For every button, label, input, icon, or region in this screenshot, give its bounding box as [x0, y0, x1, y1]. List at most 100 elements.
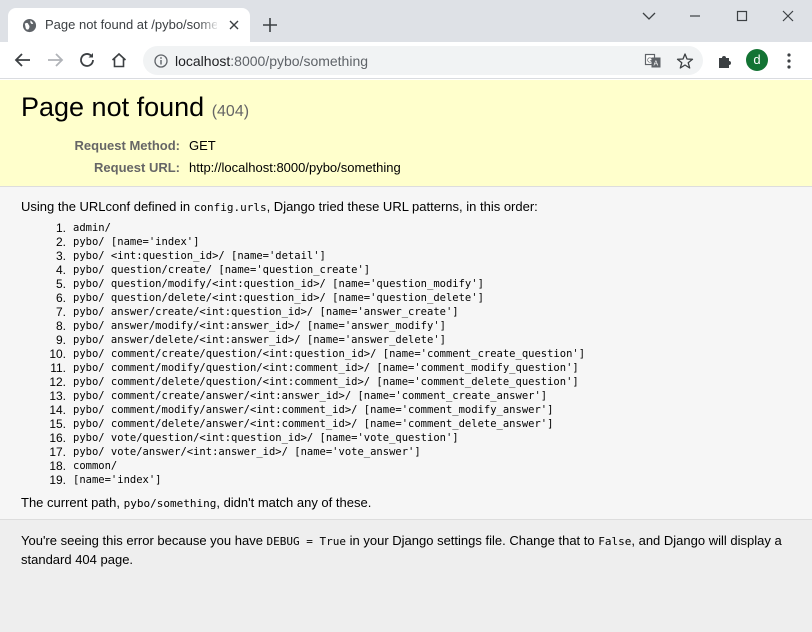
url-pattern-number: 8. [55, 319, 66, 333]
url-pattern-item: 17. pybo/ vote/answer/<int:answer_id>/ [n… [0, 445, 812, 459]
urlconf-module: config.urls [193, 201, 267, 214]
url-pattern-text: common/ [73, 460, 118, 472]
url-pattern-number: 12. [49, 375, 66, 389]
url-pattern-item: 4. pybo/ question/create/ [name='question… [0, 263, 812, 277]
url-pattern-item: 6. pybo/ question/delete/<int:question_id… [0, 291, 812, 305]
url-pattern-item: 8. pybo/ answer/modify/<int:answer_id>/ [… [0, 319, 812, 333]
url-pattern-text: pybo/ answer/create/<int:question_id>/ [… [73, 306, 459, 318]
url-pattern-text: admin/ [73, 222, 111, 234]
url-pattern-text: pybo/ comment/create/answer/<int:answer_… [73, 390, 548, 402]
false-code: False [598, 535, 632, 548]
page-title: Page not found (404) [21, 92, 249, 123]
forward-arrow-icon[interactable] [46, 51, 64, 69]
error-summary: Page not found (404) Request Method: GET… [0, 80, 812, 187]
url-pattern-item: 11. pybo/ comment/modify/question/<int:co… [0, 361, 812, 375]
svg-text:A: A [654, 61, 659, 68]
url-pattern-text: pybo/ <int:question_id>/ [name='detail'] [73, 250, 326, 262]
url-pattern-number: 6. [55, 291, 66, 305]
url-pattern-number: 2. [55, 235, 66, 249]
back-arrow-icon[interactable] [14, 51, 32, 69]
url-text[interactable]: localhost:8000/pybo/something [175, 53, 368, 69]
tab-title-fade [198, 14, 220, 36]
url-pattern-text: pybo/ question/delete/<int:question_id>/… [73, 292, 484, 304]
maximize-icon[interactable] [731, 6, 753, 26]
url-pattern-text: pybo/ answer/delete/<int:answer_id>/ [na… [73, 334, 446, 346]
url-pattern-number: 10. [49, 347, 66, 361]
chevron-down-icon[interactable] [638, 6, 660, 26]
profile-avatar[interactable]: d [746, 49, 768, 71]
url-pattern-number: 14. [49, 403, 66, 417]
url-pattern-number: 15. [49, 417, 66, 431]
url-pattern-number: 18. [49, 459, 66, 473]
url-pattern-item: 2. pybo/ [name='index'] [0, 235, 812, 249]
url-pattern-text: pybo/ comment/modify/question/<int:comme… [73, 362, 579, 374]
url-pattern-number: 1. [55, 221, 66, 235]
url-pattern-item: 16. pybo/ vote/question/<int:question_id>… [0, 431, 812, 445]
intro-prefix: Using the URLconf defined in [21, 199, 194, 214]
home-icon[interactable] [110, 51, 128, 69]
debug-setting-code: DEBUG = True [266, 535, 347, 548]
url-pattern-item: 18. common/ [0, 459, 812, 473]
url-pattern-item: 3. pybo/ <int:question_id>/ [name='detail… [0, 249, 812, 263]
url-pattern-text: pybo/ [name='index'] [73, 236, 200, 248]
info-icon[interactable] [154, 54, 168, 68]
url-pattern-text: pybo/ comment/delete/answer/<int:comment… [73, 418, 554, 430]
minimize-icon[interactable] [684, 6, 706, 26]
request-method-value: GET [189, 138, 216, 153]
url-pattern-item: 7. pybo/ answer/create/<int:question_id>/… [0, 305, 812, 319]
explain-part-2: in your Django settings file. Change tha… [346, 533, 599, 548]
globe-icon [22, 18, 37, 33]
footer-prefix: The current path, [21, 495, 124, 510]
url-pattern-number: 17. [49, 445, 66, 459]
request-url-label: Request URL: [94, 160, 180, 175]
url-pattern-number: 3. [55, 249, 66, 263]
url-pattern-number: 4. [55, 263, 66, 277]
request-url-value: http://localhost:8000/pybo/something [189, 160, 401, 175]
close-tab-icon[interactable] [227, 18, 241, 32]
translate-icon[interactable]: G A [644, 52, 662, 70]
svg-text:G: G [647, 58, 652, 65]
intro-suffix: , Django tried these URL patterns, in th… [266, 199, 538, 214]
url-pattern-list: 1. admin/2. pybo/ [name='index'] 3. pybo/ <i… [0, 221, 812, 487]
url-pattern-text: pybo/ answer/modify/<int:answer_id>/ [na… [73, 320, 446, 332]
debug-explanation: You're seeing this error because you hav… [21, 532, 793, 569]
url-pattern-text: pybo/ vote/answer/<int:answer_id>/ [name… [73, 446, 421, 458]
star-icon[interactable] [676, 52, 694, 70]
browser-toolbar: localhost:8000/pybo/something G A d [0, 42, 812, 79]
url-pattern-item: 15. pybo/ comment/delete/answer/<int:comm… [0, 417, 812, 431]
url-pattern-item: 19. [name='index'] [0, 473, 812, 487]
status-code: (404) [211, 103, 250, 120]
address-bar[interactable]: localhost:8000/pybo/something G A [143, 46, 703, 75]
explain-part-1: You're seeing this error because you hav… [21, 533, 267, 548]
extensions-puzzle-icon[interactable] [716, 52, 734, 70]
url-pattern-text: pybo/ vote/question/<int:question_id>/ [… [73, 432, 459, 444]
url-pattern-item: 10. pybo/ comment/create/question/<int:qu… [0, 347, 812, 361]
url-pattern-item: 14. pybo/ comment/modify/answer/<int:comm… [0, 403, 812, 417]
urlconf-intro: Using the URLconf defined in config.urls… [21, 199, 538, 214]
url-pattern-number: 16. [49, 431, 66, 445]
url-pattern-text: pybo/ question/modify/<int:question_id>/… [73, 278, 484, 290]
url-pattern-item: 5. pybo/ question/modify/<int:question_id… [0, 277, 812, 291]
url-pattern-text: pybo/ question/create/ [name='question_c… [73, 264, 371, 276]
url-path: :8000/pybo/something [230, 53, 369, 69]
title-bar: Page not found at /pybo/something [0, 0, 812, 42]
url-pattern-text: pybo/ comment/create/question/<int:quest… [73, 348, 586, 360]
url-pattern-number: 19. [49, 473, 66, 487]
browser-tab[interactable]: Page not found at /pybo/something [8, 8, 250, 42]
url-pattern-text: pybo/ comment/modify/answer/<int:comment… [73, 404, 554, 416]
reload-icon[interactable] [78, 51, 96, 69]
url-pattern-item: 9. pybo/ answer/delete/<int:answer_id>/ [… [0, 333, 812, 347]
new-tab-icon[interactable] [261, 16, 279, 34]
footer-suffix: , didn't match any of these. [216, 495, 372, 510]
url-patterns-section: Using the URLconf defined in config.urls… [0, 187, 812, 520]
url-pattern-number: 11. [50, 361, 66, 375]
url-pattern-item: 13. pybo/ comment/create/answer/<int:answ… [0, 389, 812, 403]
url-host: localhost [175, 53, 231, 69]
path-mismatch-note: The current path, pybo/something, didn't… [21, 495, 371, 510]
more-menu-icon[interactable] [781, 52, 797, 70]
url-pattern-number: 13. [49, 389, 66, 403]
url-pattern-number: 5. [55, 277, 66, 291]
close-window-icon[interactable] [777, 6, 799, 26]
tab-title: Page not found at /pybo/something [45, 17, 217, 32]
request-method-label: Request Method: [74, 138, 180, 153]
